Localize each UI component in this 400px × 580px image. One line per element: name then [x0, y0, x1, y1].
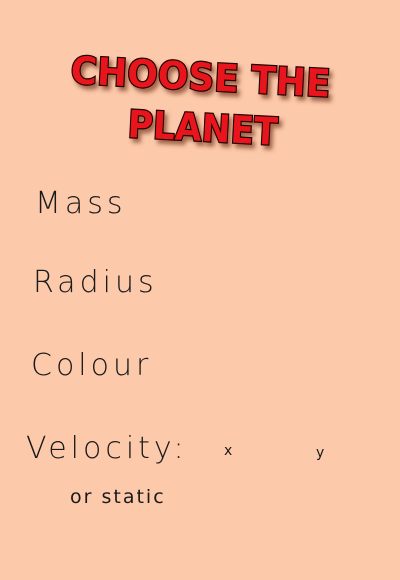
velocity-x-label: x	[224, 443, 233, 459]
velocity-y-label: y	[316, 445, 325, 461]
title-line-2: PLANET	[127, 102, 279, 154]
colour-label: Colour	[31, 348, 153, 383]
choose-the-planet-title: CHOOSE THE PLANET	[69, 47, 333, 155]
mass-label: Mass	[35, 186, 127, 221]
static-option-label: or static	[70, 486, 166, 508]
radius-label: Radius	[33, 265, 158, 300]
velocity-label: Velocity:	[26, 431, 188, 466]
title-line-1: CHOOSE THE	[70, 48, 332, 106]
